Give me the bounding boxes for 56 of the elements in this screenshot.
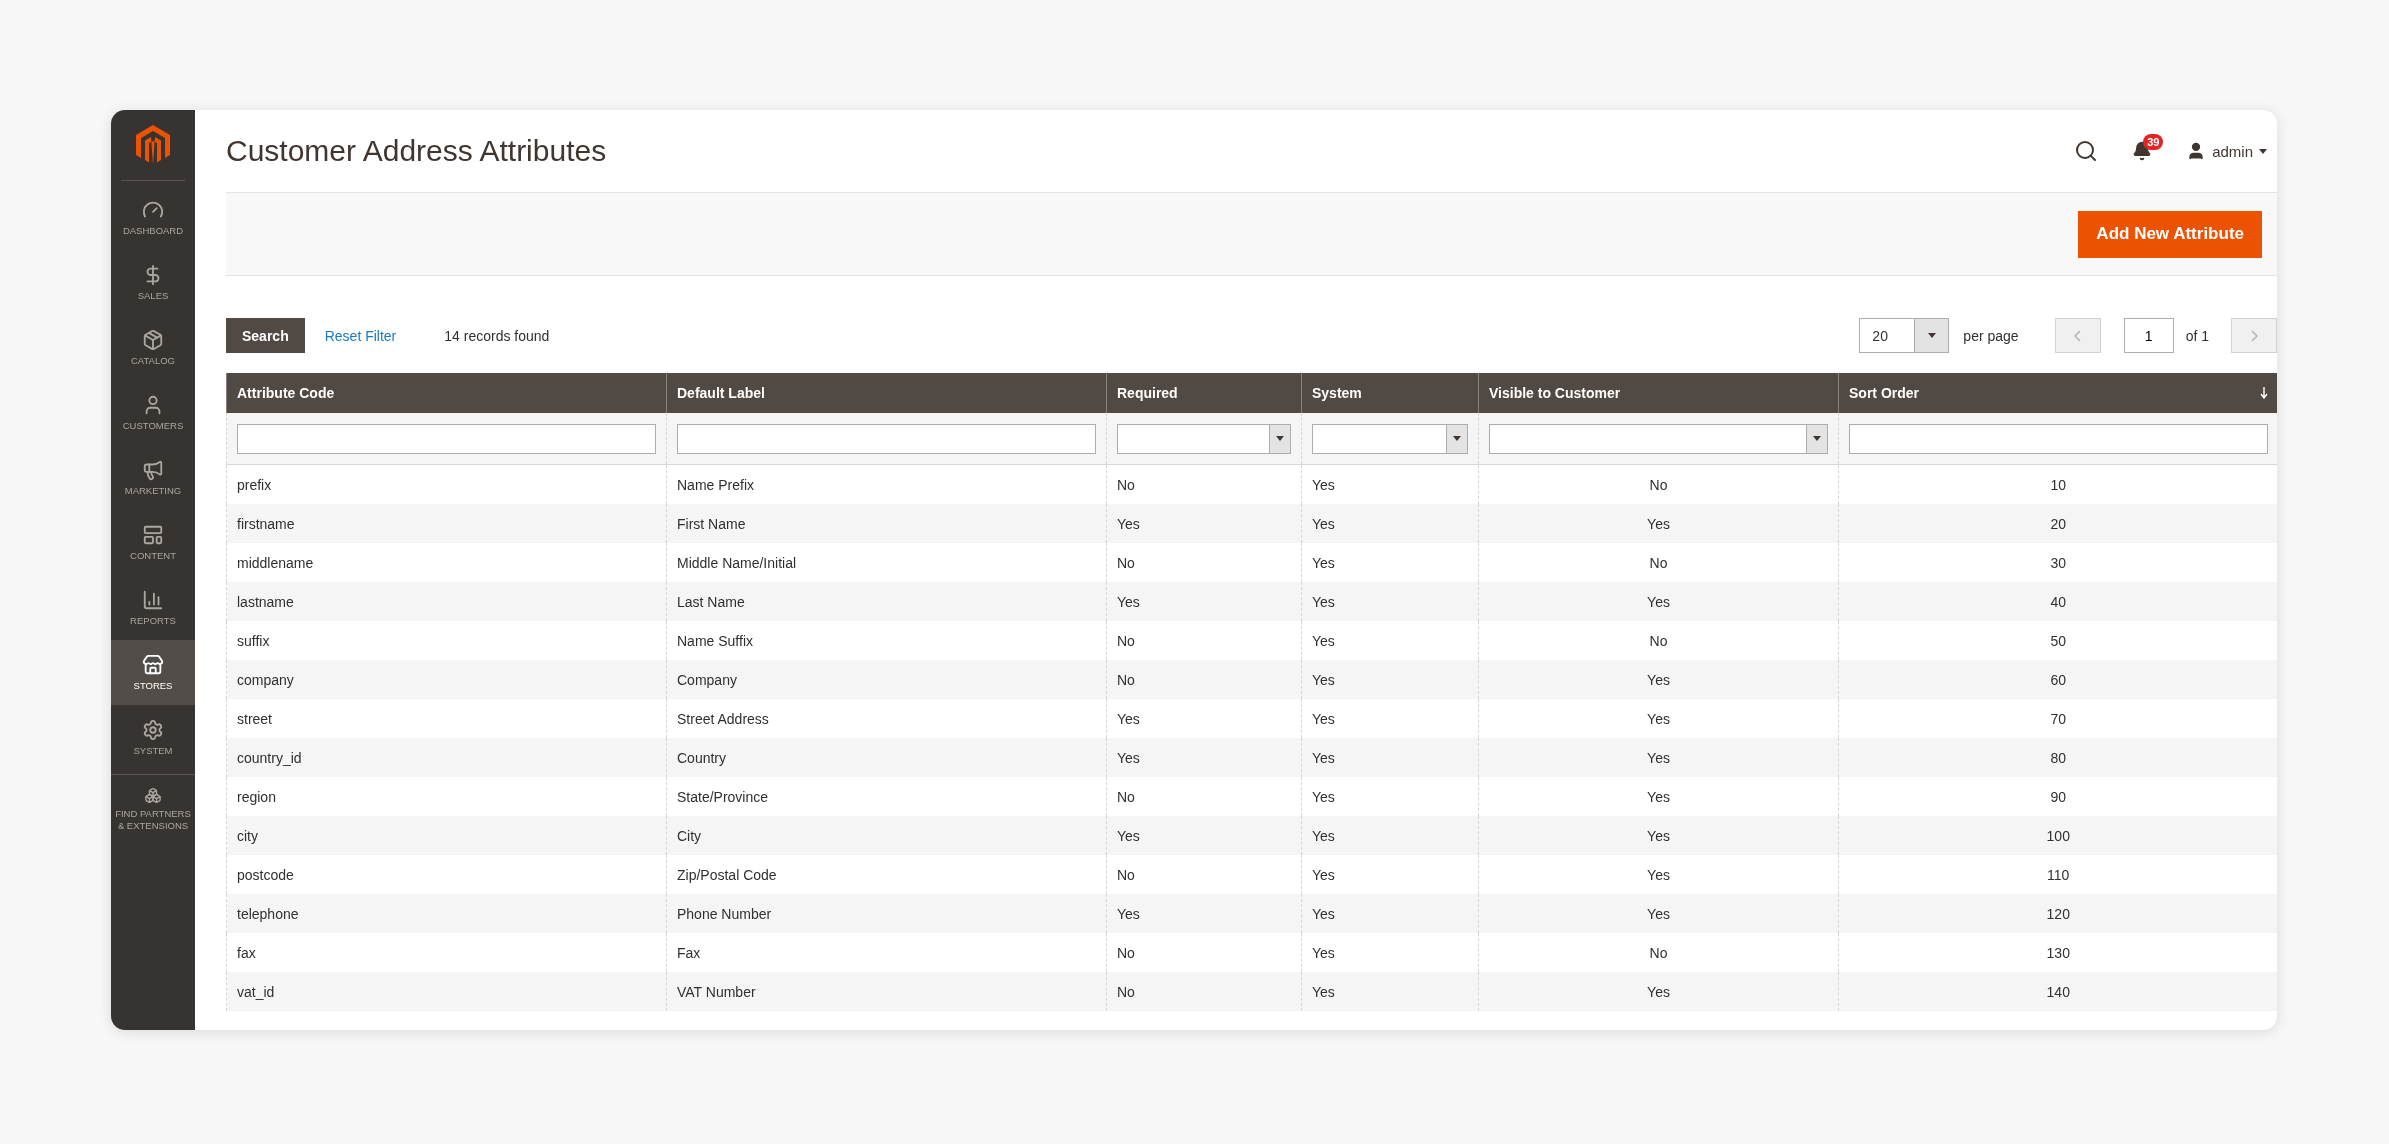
sidebar-item[interactable]: FIND PARTNERS & EXTENSIONS <box>111 774 195 842</box>
caret-icon <box>1813 436 1821 441</box>
per-page-label: per page <box>1963 327 2019 344</box>
logo-icon[interactable] <box>136 125 170 165</box>
page-size-select[interactable]: 20 <box>1859 318 1950 353</box>
caret-icon <box>2259 148 2267 154</box>
caret-icon <box>1927 333 1936 338</box>
page-title: Customer Address Attributes <box>226 134 608 168</box>
search-icon[interactable] <box>2074 139 2099 163</box>
table-cell: Yes <box>1301 972 1479 1011</box>
sidebar-item[interactable]: CONTENT <box>111 510 195 575</box>
caret-icon <box>1276 436 1284 441</box>
column-header[interactable]: System <box>1301 373 1479 413</box>
column-header[interactable]: Visible to Customer <box>1478 373 1839 413</box>
sidebar-item[interactable]: MARKETING <box>111 445 195 510</box>
sidebar-item[interactable]: DASHBOARD <box>111 185 195 250</box>
table-cell: 140 <box>1838 972 2277 1011</box>
filter-select[interactable] <box>1117 423 1291 454</box>
filter-input[interactable] <box>1849 423 2268 454</box>
column-header[interactable]: Default Label <box>666 373 1107 413</box>
page-input[interactable]: 1 <box>2123 318 2174 353</box>
menu-icon <box>142 458 164 481</box>
menu-icon <box>142 588 164 611</box>
menu-icon <box>142 787 164 804</box>
filter-select[interactable] <box>1489 423 1828 454</box>
menu-icon <box>142 718 164 741</box>
filter-input[interactable] <box>237 423 656 454</box>
table-cell: No <box>1106 972 1302 1011</box>
chevron-right-icon <box>2250 329 2258 342</box>
chevron-left-icon <box>2074 329 2082 342</box>
table-cell: VAT Number <box>666 972 1107 1011</box>
column-header[interactable]: Required <box>1106 373 1302 413</box>
table-cell: Yes <box>1478 972 1839 1011</box>
filter-select[interactable] <box>1312 423 1468 454</box>
sidebar-item[interactable]: STORES <box>111 640 195 705</box>
menu-icon <box>142 523 164 546</box>
notification-badge: 39 <box>2143 134 2164 150</box>
sort-arrow-icon <box>2259 387 2268 399</box>
table-cell: vat_id <box>226 972 667 1011</box>
sidebar-item[interactable]: REPORTS <box>111 575 195 640</box>
sidebar-item[interactable]: SALES <box>111 250 195 315</box>
sidebar-item[interactable]: CATALOG <box>111 315 195 380</box>
filter-input[interactable] <box>677 423 1096 454</box>
page-total: of 1 <box>2185 327 2209 344</box>
caret-icon <box>1453 436 1461 441</box>
user-menu[interactable]: admin <box>2186 141 2267 161</box>
add-attribute-button[interactable]: Add New Attribute <box>2078 210 2262 258</box>
records-count: 14 records found <box>444 327 550 344</box>
sidebar-item[interactable]: CUSTOMERS <box>111 380 195 445</box>
search-button[interactable]: Search <box>226 318 305 353</box>
menu-icon <box>142 328 164 351</box>
menu-icon <box>142 653 164 676</box>
reset-filter-link[interactable]: Reset Filter <box>324 327 397 344</box>
column-header[interactable]: Attribute Code <box>226 373 667 413</box>
column-header[interactable]: Sort Order <box>1838 373 2277 413</box>
sidebar-item[interactable]: SYSTEM <box>111 705 195 770</box>
